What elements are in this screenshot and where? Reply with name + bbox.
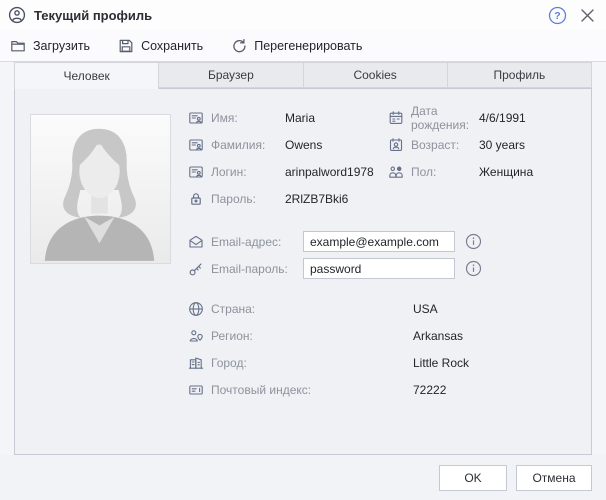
postcard-icon [188, 382, 204, 398]
region-value: Arkansas [413, 329, 463, 343]
ok-button[interactable]: OK [439, 465, 507, 491]
cancel-button[interactable]: Отмена [516, 465, 592, 491]
tab-person-label: Человек [64, 69, 110, 83]
field-gender: Пол: Женщина [388, 158, 533, 185]
age-label: Возраст: [411, 138, 479, 152]
regenerate-button[interactable]: Перегенерировать [231, 38, 362, 54]
surname-value: Owens [285, 138, 322, 152]
id-card-icon [188, 137, 204, 153]
tab-person[interactable]: Человек [14, 62, 159, 89]
postal-code-label: Почтовый индекс: [211, 383, 413, 397]
login-label: Логин: [211, 165, 285, 179]
load-button[interactable]: Загрузить [10, 38, 90, 54]
field-name: Имя: Maria [188, 104, 374, 131]
surname-label: Фамилия: [211, 138, 285, 152]
id-card-icon [188, 110, 204, 126]
field-age: Возраст: 30 years [388, 131, 533, 158]
birth-date-label: Дата рождения: [411, 104, 479, 132]
name-value: Maria [285, 111, 315, 125]
region-label: Регион: [211, 329, 413, 343]
name-label: Имя: [211, 111, 285, 125]
buildings-icon [188, 355, 204, 371]
city-label: Город: [211, 356, 413, 370]
city-value: Little Rock [413, 356, 469, 370]
save-label: Сохранить [141, 39, 203, 53]
country-label: Страна: [211, 302, 413, 316]
field-email-password: Email-пароль: [188, 255, 482, 282]
envelope-icon [188, 234, 204, 250]
globe-icon [188, 301, 204, 317]
birth-group: Дата рождения: 4/6/1991 Возраст: 30 year… [388, 104, 533, 185]
avatar [30, 114, 171, 264]
tab-cookies[interactable]: Cookies [304, 62, 448, 88]
id-card-icon [188, 164, 204, 180]
key-icon [188, 261, 204, 277]
window-title: Текущий профиль [34, 8, 152, 23]
floppy-icon [118, 38, 134, 54]
tab-browser-label: Браузер [208, 68, 254, 82]
tab-profile[interactable]: Профиль [448, 62, 592, 88]
password-label: Пароль: [211, 192, 285, 206]
help-button[interactable]: ? [548, 6, 567, 25]
field-postal-code: Почтовый индекс: 72222 [188, 376, 469, 403]
close-icon[interactable] [581, 9, 594, 22]
birth-date-value: 4/6/1991 [479, 111, 526, 125]
calendar-person-icon [388, 137, 404, 153]
location-group: Страна: USA Регион: Arkansas [188, 295, 469, 403]
password-value: 2RlZB7Bki6 [285, 192, 348, 206]
gender-value: Женщина [479, 165, 533, 179]
field-city: Город: Little Rock [188, 349, 469, 376]
person-tab-panel: Имя: Maria Фамилия: Owens Логин: arinpal… [14, 88, 592, 455]
folder-icon [10, 38, 26, 54]
postal-code-value: 72222 [413, 383, 446, 397]
info-circle-icon[interactable] [465, 260, 482, 277]
field-email-address: Email-адрес: [188, 228, 482, 255]
email-address-input[interactable] [303, 231, 455, 252]
email-password-input[interactable] [303, 258, 455, 279]
footer: OK Отмена [0, 455, 606, 500]
tab-browser[interactable]: Браузер [159, 62, 303, 88]
email-group: Email-адрес: Email-пароль: [188, 228, 482, 282]
regenerate-label: Перегенерировать [254, 39, 362, 53]
field-password: Пароль: 2RlZB7Bki6 [188, 185, 374, 212]
field-login: Логин: arinpalword1978 [188, 158, 374, 185]
tab-bar: Человек Браузер Cookies Профиль [14, 62, 592, 88]
login-value: arinpalword1978 [285, 165, 374, 179]
tab-profile-label: Профиль [493, 68, 545, 82]
people-icon [388, 164, 404, 180]
email-password-label: Email-пароль: [211, 262, 303, 276]
load-label: Загрузить [33, 39, 90, 53]
field-birth-date: Дата рождения: 4/6/1991 [388, 104, 533, 131]
gender-label: Пол: [411, 165, 479, 179]
profile-person-icon [8, 6, 26, 24]
field-region: Регион: Arkansas [188, 322, 469, 349]
field-surname: Фамилия: Owens [188, 131, 374, 158]
field-country: Страна: USA [188, 295, 469, 322]
info-circle-icon[interactable] [465, 233, 482, 250]
country-value: USA [413, 302, 438, 316]
question-glyph: ? [554, 10, 560, 22]
avatar-silhouette [31, 115, 168, 261]
age-value: 30 years [479, 138, 525, 152]
lock-icon [188, 191, 204, 207]
email-address-label: Email-адрес: [211, 235, 303, 249]
calendar-icon [388, 110, 404, 126]
tab-cookies-label: Cookies [353, 68, 396, 82]
person-pin-icon [188, 328, 204, 344]
identity-group: Имя: Maria Фамилия: Owens Логин: arinpal… [188, 104, 374, 212]
titlebar: Текущий профиль ? [0, 0, 606, 30]
save-button[interactable]: Сохранить [118, 38, 203, 54]
toolbar: Загрузить Сохранить Перегенерировать [0, 30, 606, 62]
refresh-icon [231, 38, 247, 54]
